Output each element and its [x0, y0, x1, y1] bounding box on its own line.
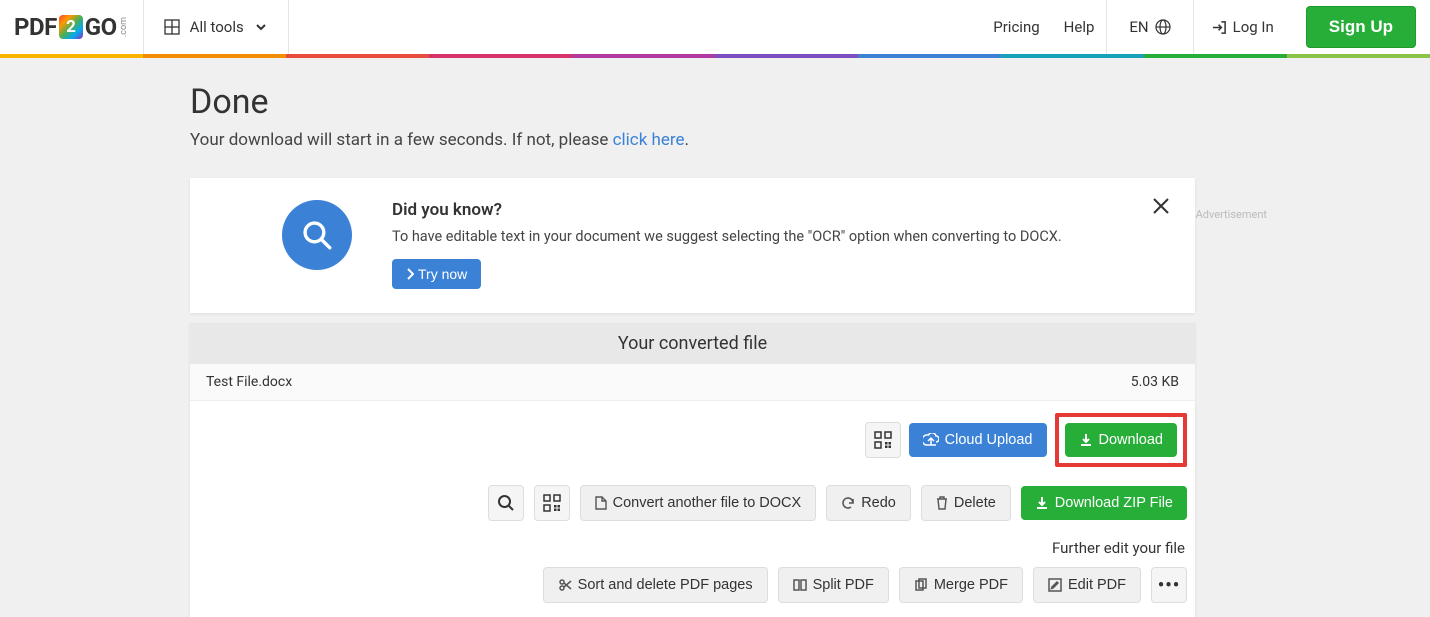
all-tools-label: All tools: [190, 18, 244, 36]
merge-icon: [914, 578, 928, 592]
try-now-button[interactable]: Try now: [392, 259, 481, 289]
download-button[interactable]: Download: [1065, 423, 1178, 457]
ad-label: Advertisement: [1196, 208, 1267, 221]
split-pdf-button[interactable]: Split PDF: [778, 567, 889, 603]
content: Done Your download will start in a few s…: [190, 58, 1195, 617]
language-select[interactable]: EN: [1107, 18, 1192, 36]
info-box: Did you know? To have editable text in y…: [190, 178, 1195, 313]
further-edit-label: Further edit your file: [190, 535, 1195, 561]
info-panel: Did you know? To have editable text in y…: [190, 178, 1195, 313]
download-zip-label: Download ZIP File: [1055, 495, 1173, 511]
cloud-upload-label: Cloud Upload: [945, 432, 1033, 448]
header: PDF 2 GO .com All tools Pricing Help EN …: [0, 0, 1430, 54]
pricing-link[interactable]: Pricing: [981, 18, 1051, 36]
edit-icon: [1048, 578, 1062, 592]
qr-icon-button[interactable]: [865, 422, 901, 458]
download-highlight: Download: [1055, 413, 1188, 467]
info-body: To have editable text in your document w…: [392, 228, 1062, 245]
qr-icon: [543, 494, 561, 512]
preview-button[interactable]: [488, 485, 524, 521]
qr-icon: [874, 431, 892, 449]
logo-post: GO: [85, 13, 117, 41]
more-actions-button[interactable]: •••: [1151, 567, 1187, 603]
trash-icon: [936, 496, 948, 510]
redo-icon: [841, 496, 855, 510]
sort-delete-pages-button[interactable]: Sort and delete PDF pages: [543, 567, 768, 603]
redo-button[interactable]: Redo: [826, 485, 911, 521]
convert-another-button[interactable]: Convert another file to DOCX: [580, 485, 817, 521]
download-zip-button[interactable]: Download ZIP File: [1021, 486, 1187, 520]
logo-com: .com: [119, 17, 129, 37]
signup-button[interactable]: Sign Up: [1306, 6, 1416, 48]
file-row: Test File.docx 5.03 KB: [190, 364, 1195, 401]
click-here-link[interactable]: click here: [613, 130, 685, 150]
merge-pdf-label: Merge PDF: [934, 577, 1008, 593]
grid-icon: [164, 19, 180, 35]
page-title: Done: [190, 82, 1195, 122]
action-row-edit: Sort and delete PDF pages Split PDF Merg…: [190, 561, 1195, 617]
delete-button[interactable]: Delete: [921, 485, 1011, 521]
dots-icon: •••: [1158, 575, 1180, 596]
edit-pdf-button[interactable]: Edit PDF: [1033, 567, 1141, 603]
merge-pdf-button[interactable]: Merge PDF: [899, 567, 1023, 603]
chevron-right-icon: [406, 268, 414, 280]
login-button[interactable]: Log In: [1194, 18, 1292, 36]
qr-icon-button-2[interactable]: [534, 485, 570, 521]
globe-icon: [1155, 19, 1171, 35]
converted-panel: Your converted file Test File.docx 5.03 …: [190, 323, 1195, 617]
redo-label: Redo: [861, 495, 896, 511]
action-row-secondary: Convert another file to DOCX Redo Delete…: [190, 479, 1195, 535]
logo[interactable]: PDF 2 GO .com: [0, 13, 143, 41]
page-subtext: Your download will start in a few second…: [190, 130, 1195, 150]
logo-mid: 2: [59, 15, 83, 39]
file-size: 5.03 KB: [1131, 374, 1179, 390]
info-heading: Did you know?: [392, 200, 1062, 220]
subtext-post: .: [685, 130, 689, 150]
login-label: Log In: [1233, 18, 1274, 36]
search-icon: [497, 494, 515, 512]
download-label: Download: [1099, 432, 1164, 448]
cloud-upload-icon: [923, 433, 939, 447]
download-icon: [1035, 496, 1049, 510]
nav-right: Pricing Help EN Log In Sign Up: [981, 0, 1430, 54]
divider: [288, 0, 289, 54]
login-icon: [1212, 20, 1227, 35]
info-text: Did you know? To have editable text in y…: [392, 200, 1062, 289]
cloud-upload-button[interactable]: Cloud Upload: [909, 423, 1047, 457]
close-icon[interactable]: [1151, 196, 1171, 216]
scissors-icon: [558, 578, 572, 592]
edit-pdf-label: Edit PDF: [1068, 577, 1126, 593]
subtext-pre: Your download will start in a few second…: [190, 130, 613, 150]
action-row-primary: Cloud Upload Download: [190, 401, 1195, 479]
logo-pre: PDF: [14, 13, 57, 41]
download-icon: [1079, 433, 1093, 447]
language-label: EN: [1129, 18, 1148, 36]
convert-another-label: Convert another file to DOCX: [613, 495, 802, 511]
split-icon: [793, 578, 807, 592]
file-name: Test File.docx: [206, 374, 292, 390]
all-tools-menu[interactable]: All tools: [144, 18, 288, 36]
split-pdf-label: Split PDF: [813, 577, 874, 593]
help-link[interactable]: Help: [1052, 18, 1107, 36]
chevron-down-icon: [254, 20, 268, 34]
info-search-icon: [282, 200, 352, 270]
file-icon: [595, 496, 607, 510]
try-now-label: Try now: [418, 266, 467, 282]
delete-label: Delete: [954, 495, 996, 511]
sort-delete-pages-label: Sort and delete PDF pages: [578, 577, 753, 593]
converted-header: Your converted file: [190, 323, 1195, 364]
